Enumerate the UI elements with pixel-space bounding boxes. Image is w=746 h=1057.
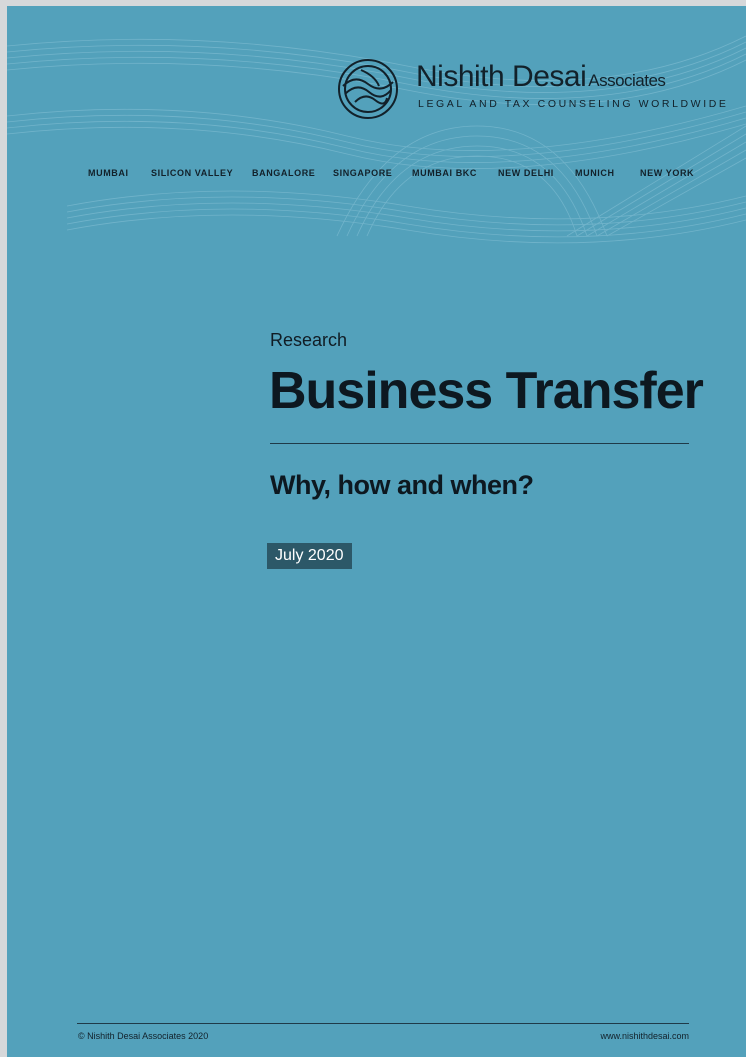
- office-new-delhi: NEW DELHI: [498, 168, 554, 178]
- office-bangalore: BANGALORE: [252, 168, 316, 178]
- title-divider: [270, 443, 689, 444]
- office-mumbai: MUMBAI: [88, 168, 129, 178]
- office-new-york: NEW YORK: [640, 168, 695, 178]
- office-locations: MUMBAI SILICON VALLEY BANGALORE SINGAPOR…: [7, 168, 746, 182]
- office-munich: MUNICH: [575, 168, 615, 178]
- document-cover-page: Nishith Desai Associates LEGAL AND TAX CO…: [7, 6, 746, 1057]
- document-kicker: Research: [270, 330, 348, 350]
- footer-website-link[interactable]: www.nishithdesai.com: [600, 1031, 689, 1041]
- date-badge: July 2020: [267, 543, 352, 569]
- document-title: Business Transfer: [269, 362, 704, 420]
- office-silicon-valley: SILICON VALLEY: [151, 168, 234, 178]
- brand-suffix: Associates: [588, 71, 666, 90]
- decorative-line-pattern: [7, 35, 746, 244]
- document-subtitle: Why, how and when?: [270, 470, 534, 500]
- office-singapore: SINGAPORE: [333, 168, 393, 178]
- footer-divider: [77, 1023, 689, 1024]
- brand-tagline: LEGAL AND TAX COUNSELING WORLDWIDE: [418, 98, 729, 110]
- office-mumbai-bkc: MUMBAI BKC: [412, 168, 477, 178]
- brand-name: Nishith Desai Associates: [416, 60, 666, 93]
- nishith-desai-logo-icon: [338, 59, 398, 119]
- footer-copyright: © Nishith Desai Associates 2020: [78, 1031, 209, 1041]
